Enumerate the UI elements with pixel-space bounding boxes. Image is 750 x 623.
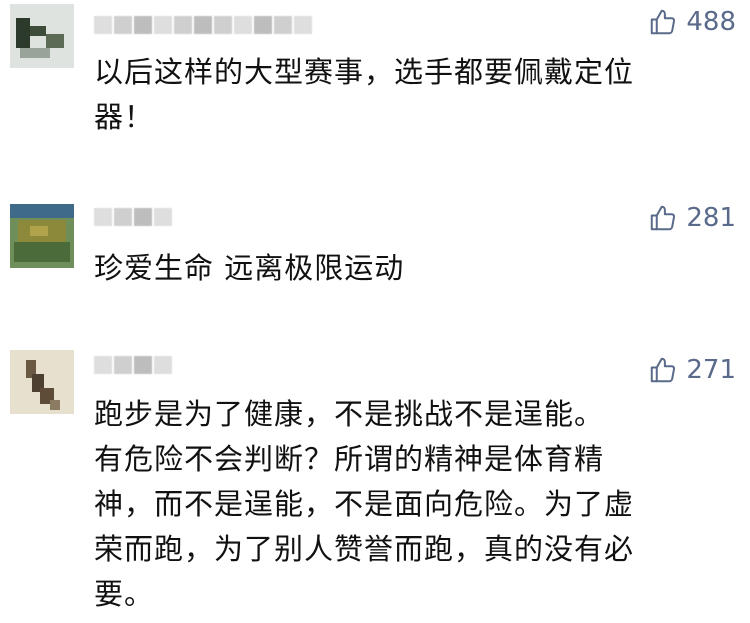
like-count: 488 [686, 7, 736, 37]
like-button[interactable]: 281 [648, 200, 736, 236]
nickname-blurred[interactable] [94, 14, 312, 36]
avatar[interactable] [10, 204, 74, 268]
comment-text: 珍爱生命 远离极限运动 [94, 251, 405, 285]
thumbs-up-icon [651, 205, 676, 231]
thumbs-up-icon [651, 9, 676, 35]
nickname-blurred[interactable] [94, 354, 172, 376]
thumbs-up-icon [651, 357, 676, 383]
avatar[interactable] [10, 350, 74, 414]
comment-text: 跑步是为了健康，不是挑战不是逞能。 有危险不会判断？所谓的精神是体育精 神，而不… [94, 397, 635, 611]
comment-text: 以后这样的大型赛事，选手都要佩戴定位 器！ [94, 55, 635, 134]
avatar[interactable] [10, 4, 74, 68]
like-count: 271 [686, 355, 736, 385]
like-button[interactable]: 271 [648, 352, 736, 388]
like-count: 281 [686, 203, 736, 233]
nickname-blurred[interactable] [94, 206, 172, 228]
like-button[interactable]: 488 [648, 4, 736, 40]
